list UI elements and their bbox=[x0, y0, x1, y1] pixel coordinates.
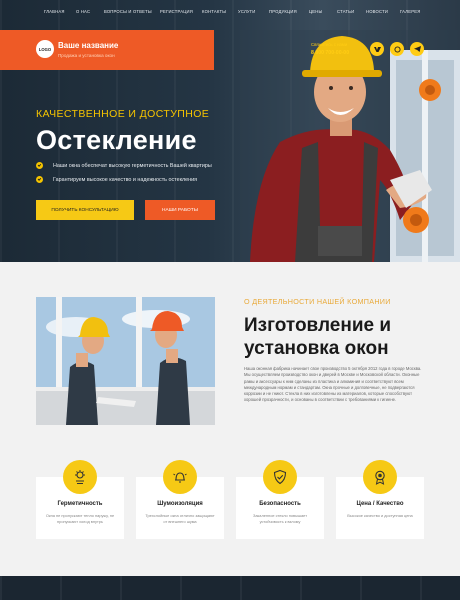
check-icon bbox=[36, 162, 43, 169]
whatsapp-icon[interactable] bbox=[390, 42, 404, 56]
nav-item-products[interactable]: ПРОДУКЦИЯ bbox=[269, 9, 297, 14]
card-title: Цена / Качество bbox=[356, 501, 404, 507]
card-text: Трехслойные окна отлично защищают от вне… bbox=[145, 513, 215, 524]
bell-icon bbox=[163, 460, 197, 494]
brand-bar bbox=[0, 30, 214, 70]
worker-photo bbox=[240, 30, 460, 262]
workers-photo bbox=[36, 297, 215, 425]
hero-title: Остекление bbox=[36, 125, 197, 155]
brand-tagline: Продажа и установка окон bbox=[58, 53, 115, 58]
vk-icon[interactable] bbox=[370, 42, 384, 56]
nav-item-articles[interactable]: СТАТЬИ bbox=[337, 9, 354, 14]
phone-number[interactable]: 8 800 700-00-00 bbox=[311, 50, 349, 56]
card-title: Шумоизоляция bbox=[157, 501, 203, 507]
card-title: Герметичность bbox=[57, 501, 103, 507]
snowflake-sun-icon bbox=[63, 460, 97, 494]
award-icon bbox=[363, 460, 397, 494]
nav-item-services[interactable]: УСЛУГИ bbox=[238, 9, 255, 14]
card-title: Безопасность bbox=[259, 501, 301, 507]
hero-feature: Гарантируем высокое качество и надежност… bbox=[53, 177, 198, 183]
logo[interactable]: LOGO bbox=[36, 40, 54, 58]
our-works-button[interactable]: НАШИ РАБОТЫ bbox=[145, 200, 215, 220]
hero-feature: Наши окна обеспечат высокую герметичност… bbox=[53, 163, 212, 169]
card-text: Закаленное стекло повышает устойчивость … bbox=[253, 513, 307, 524]
nav-item-gallery[interactable]: ГАЛЕРЕЯ bbox=[400, 9, 420, 14]
check-icon bbox=[36, 176, 43, 183]
shield-icon bbox=[263, 460, 297, 494]
get-consultation-button[interactable]: ПОЛУЧИТЬ КОНСУЛЬТАЦИЮ bbox=[36, 200, 134, 220]
nav-item-prices[interactable]: ЦЕНЫ bbox=[309, 9, 322, 14]
hero-section: ГЛАВНАЯ О НАС ВОПРОСЫ И ОТВЕТЫ РЕГИСТРАЦ… bbox=[0, 0, 460, 262]
footer-strip bbox=[0, 576, 460, 600]
contact-label: Свяжитесь с нами bbox=[311, 42, 348, 47]
nav-item-registration[interactable]: РЕГИСТРАЦИЯ bbox=[160, 9, 193, 14]
about-text: Наша оконная фабрика начинает свое произ… bbox=[244, 366, 422, 403]
about-title: Изготовление и установка окон bbox=[244, 315, 392, 359]
top-navigation: ГЛАВНАЯ О НАС ВОПРОСЫ И ОТВЕТЫ РЕГИСТРАЦ… bbox=[0, 9, 460, 21]
nav-item-contacts[interactable]: КОНТАКТЫ bbox=[202, 9, 226, 14]
nav-item-home[interactable]: ГЛАВНАЯ bbox=[44, 9, 65, 14]
nav-item-faq[interactable]: ВОПРОСЫ И ОТВЕТЫ bbox=[104, 9, 152, 14]
telegram-icon[interactable] bbox=[410, 42, 424, 56]
card-text: Окна не пропускают тепло наружу, не проп… bbox=[45, 513, 115, 524]
card-text: Высокое качество и доступная цена bbox=[347, 513, 413, 518]
hero-kicker: КАЧЕСТВЕННОЕ И ДОСТУПНОЕ bbox=[36, 108, 210, 120]
nav-item-news[interactable]: НОВОСТИ bbox=[366, 9, 388, 14]
about-kicker: О ДЕЯТЕЛЬНОСТИ НАШЕЙ КОМПАНИИ bbox=[244, 297, 391, 306]
nav-item-about[interactable]: О НАС bbox=[76, 9, 90, 14]
brand-name: Ваше название bbox=[58, 41, 119, 50]
